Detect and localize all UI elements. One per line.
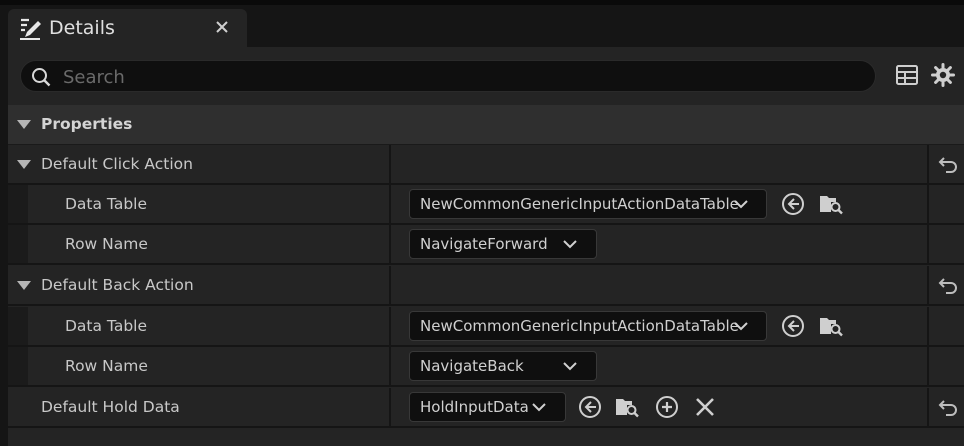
name-cell: Row Name xyxy=(8,225,389,263)
reset-cell xyxy=(927,307,964,345)
combo-value: NewCommonGenericInputActionDataTable xyxy=(420,195,739,213)
chevron-down-icon xyxy=(734,322,748,331)
property-row-default-hold-data: Default Hold Data HoldInputData xyxy=(8,388,964,428)
property-label: Row Name xyxy=(65,357,148,375)
combo-value: HoldInputData xyxy=(420,398,529,416)
reset-cell xyxy=(927,225,964,263)
value-cell: NewCommonGenericInputActionDataTable xyxy=(389,307,927,345)
browse-folder-icon[interactable] xyxy=(615,395,639,419)
value-cell xyxy=(389,145,927,183)
name-cell: Default Back Action xyxy=(8,266,389,304)
chevron-down-icon xyxy=(734,200,748,209)
clear-icon[interactable] xyxy=(693,395,717,419)
name-cell: Data Table xyxy=(8,185,389,223)
property-label: Data Table xyxy=(65,317,148,335)
property-row-click-data-table: Data Table NewCommonGenericInputActionDa… xyxy=(8,185,964,225)
search-row xyxy=(8,47,964,105)
expand-arrow-icon[interactable] xyxy=(17,120,31,129)
search-input[interactable] xyxy=(61,63,865,91)
reset-to-default-icon[interactable] xyxy=(938,155,958,173)
value-cell: NavigateForward xyxy=(389,225,927,263)
category-label: Properties xyxy=(41,115,133,133)
property-row-default-back-action: Default Back Action xyxy=(8,266,964,306)
reset-cell xyxy=(927,145,964,183)
use-selected-asset-icon[interactable] xyxy=(578,395,602,419)
details-panel: Properties Default Click Action Data Tab… xyxy=(8,47,964,446)
name-cell: Default Hold Data xyxy=(8,388,389,426)
search-icon xyxy=(32,68,51,87)
use-selected-asset-icon[interactable] xyxy=(781,192,805,216)
reset-to-default-icon[interactable] xyxy=(938,398,958,416)
chevron-down-icon xyxy=(532,403,546,412)
property-label: Default Back Action xyxy=(41,276,194,294)
tab-bar: Details xyxy=(0,5,964,47)
close-icon[interactable] xyxy=(215,20,229,34)
reset-cell xyxy=(927,347,964,385)
name-cell: Row Name xyxy=(8,347,389,385)
value-cell xyxy=(389,266,927,304)
details-pencil-icon xyxy=(20,18,41,40)
table-view-icon[interactable] xyxy=(895,63,919,87)
property-label: Data Table xyxy=(65,195,148,213)
property-row-back-data-table: Data Table NewCommonGenericInputActionDa… xyxy=(8,307,964,347)
use-selected-asset-icon[interactable] xyxy=(781,314,805,338)
name-cell: Data Table xyxy=(8,307,389,345)
combo-value: NavigateBack xyxy=(420,357,524,375)
gear-icon[interactable] xyxy=(931,63,955,87)
row-name-combo[interactable]: NavigateForward xyxy=(409,229,597,259)
property-row-default-click-action: Default Click Action xyxy=(8,145,964,185)
reset-cell xyxy=(927,185,964,223)
property-row-back-row-name: Row Name NavigateBack xyxy=(8,347,964,387)
expand-arrow-icon[interactable] xyxy=(17,160,31,169)
property-row-click-row-name: Row Name NavigateForward xyxy=(8,225,964,265)
indent-guide xyxy=(8,347,28,385)
value-cell: NavigateBack xyxy=(389,347,927,385)
chevron-down-icon xyxy=(563,362,577,371)
property-label: Row Name xyxy=(65,235,148,253)
reset-to-default-icon[interactable] xyxy=(938,276,958,294)
add-icon[interactable] xyxy=(655,395,679,419)
indent-guide xyxy=(8,307,28,345)
expand-arrow-icon[interactable] xyxy=(17,281,31,290)
combo-value: NavigateForward xyxy=(420,235,548,253)
indent-guide xyxy=(8,225,28,263)
hold-data-combo[interactable]: HoldInputData xyxy=(409,392,566,422)
reset-cell xyxy=(927,388,964,426)
category-properties[interactable]: Properties xyxy=(8,105,964,145)
browse-folder-icon[interactable] xyxy=(819,192,843,216)
combo-value: NewCommonGenericInputActionDataTable xyxy=(420,317,739,335)
data-table-combo[interactable]: NewCommonGenericInputActionDataTable xyxy=(409,189,767,219)
property-label: Default Hold Data xyxy=(41,398,180,416)
indent-guide xyxy=(8,185,28,223)
reset-cell xyxy=(927,266,964,304)
panel-footer-space xyxy=(8,430,964,446)
value-cell: NewCommonGenericInputActionDataTable xyxy=(389,185,927,223)
name-cell: Default Click Action xyxy=(8,145,389,183)
chevron-down-icon xyxy=(563,240,577,249)
tab-details[interactable]: Details xyxy=(8,9,247,47)
value-cell: HoldInputData xyxy=(389,388,927,426)
tab-title: Details xyxy=(49,17,115,39)
data-table-combo[interactable]: NewCommonGenericInputActionDataTable xyxy=(409,311,767,341)
row-name-combo[interactable]: NavigateBack xyxy=(409,351,597,381)
search-box[interactable] xyxy=(20,60,876,92)
property-label: Default Click Action xyxy=(41,155,193,173)
browse-folder-icon[interactable] xyxy=(819,314,843,338)
